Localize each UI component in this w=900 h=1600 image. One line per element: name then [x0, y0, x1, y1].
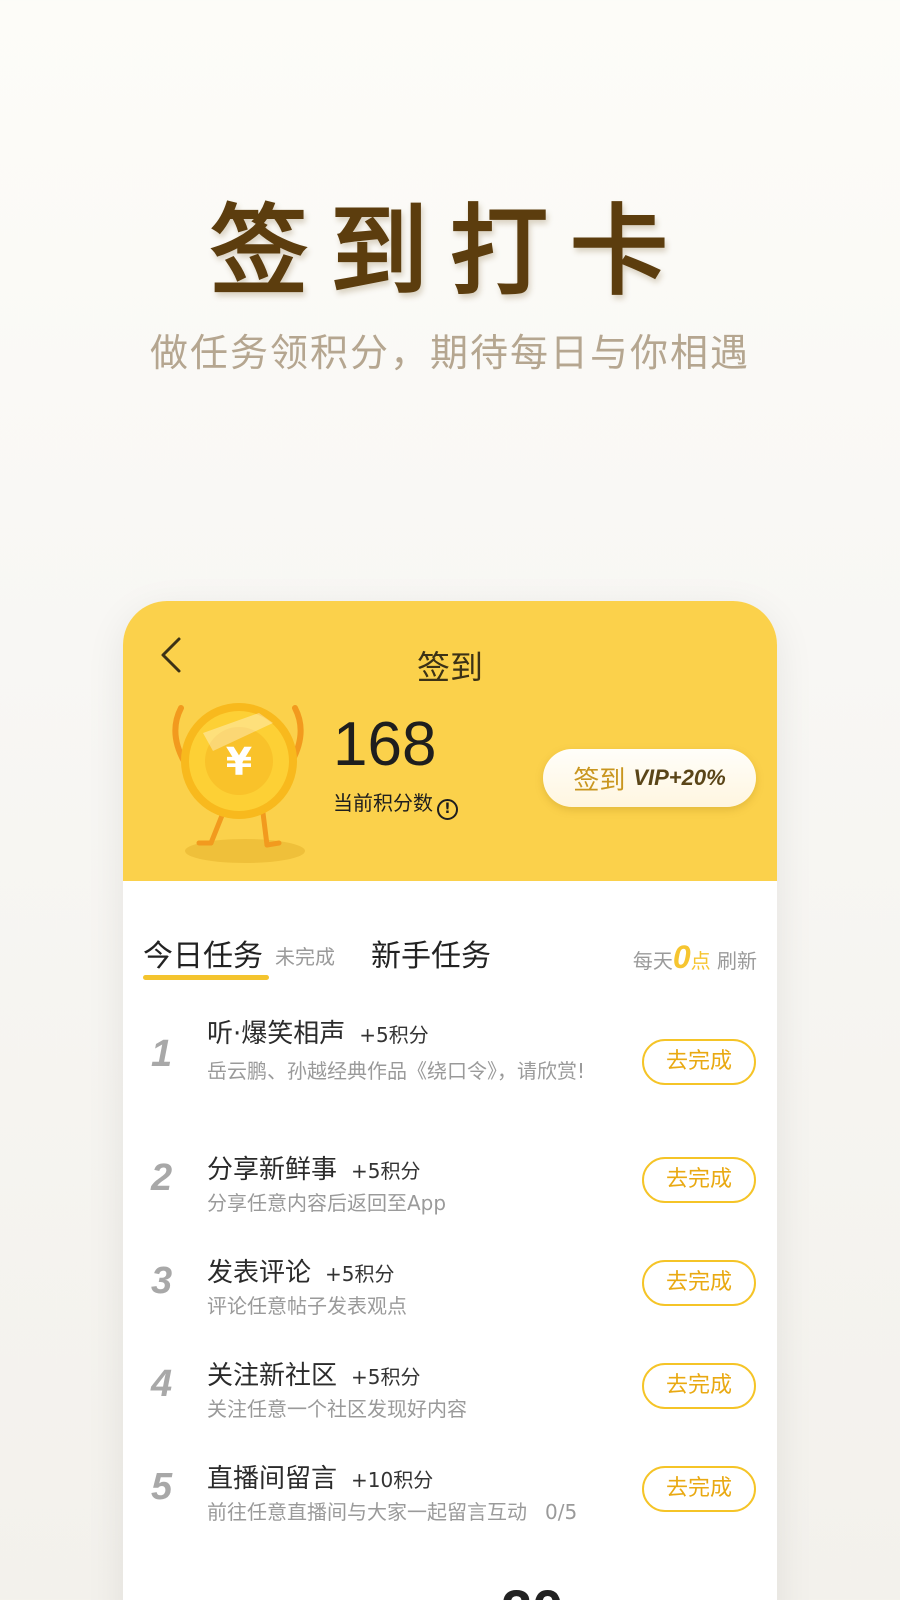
points-label: 当前积分数!	[333, 787, 458, 820]
promo-title: 签到打卡	[209, 194, 690, 309]
task-reward: +5积分	[359, 1023, 429, 1047]
task-title: 分享新鲜事 +5积分	[207, 1155, 421, 1185]
task-title: 关注新社区 +5积分	[207, 1361, 421, 1391]
promo-subtitle: 做任务领积分，期待每日与你相遇	[149, 331, 750, 375]
task-number: 4	[151, 1363, 173, 1405]
go-complete-button[interactable]: 去完成	[642, 1260, 756, 1306]
task-description: 关注任意一个社区发现好内容	[207, 1397, 467, 1421]
task-number: 1	[151, 1033, 173, 1075]
signin-button[interactable]: 签到 VIP+20%	[543, 749, 756, 807]
coin-mascot-icon: ¥	[172, 703, 305, 863]
tab-newbie-tasks[interactable]: 新手任务	[371, 931, 491, 975]
go-complete-button[interactable]: 去完成	[642, 1157, 756, 1203]
task-progress: 0/5	[545, 1500, 578, 1524]
tab-today-tasks[interactable]: 今日任务	[143, 931, 263, 975]
task-reward: +10积分	[351, 1468, 434, 1492]
task-reward: +5积分	[351, 1159, 421, 1183]
go-complete-button[interactable]: 去完成	[642, 1039, 756, 1085]
task-description: 岳云鹏、孙越经典作品《绕口令》，请欣赏!	[207, 1059, 586, 1083]
task-description: 分享任意内容后返回至App	[207, 1191, 447, 1215]
points-value: 168	[333, 710, 437, 779]
today-status: 未完成	[275, 945, 335, 969]
svg-text:¥: ¥	[226, 740, 252, 784]
task-title: 直播间留言 +10积分	[207, 1464, 434, 1494]
task-description: 前往任意直播间与大家一起留言互动 0/5	[207, 1500, 578, 1524]
task-title: 听·爆笑相声 +5积分	[207, 1019, 429, 1049]
info-icon[interactable]: !	[437, 799, 458, 820]
task-description: 评论任意帖子发表观点	[207, 1294, 407, 1318]
task-reward: +5积分	[325, 1262, 395, 1286]
refresh-note: 每天0点 刷新	[632, 939, 757, 975]
go-complete-button[interactable]: 去完成	[642, 1363, 756, 1409]
go-complete-button[interactable]: 去完成	[642, 1466, 756, 1512]
vip-bonus-label: VIP+20%	[633, 765, 726, 790]
task-reward: +5积分	[351, 1365, 421, 1389]
phone-screen: 签到 ¥ 168 当前积分数! 签到 VIP+20% 今日任务 未完成 新手任务…	[123, 601, 777, 1600]
partial-number: 20	[501, 1577, 563, 1600]
signin-label: 签到	[573, 765, 626, 796]
signin-header: 签到 ¥ 168 当前积分数! 签到 VIP+20%	[123, 601, 777, 881]
task-number: 2	[151, 1157, 173, 1199]
active-tab-indicator	[143, 975, 269, 980]
task-tabs: 今日任务 未完成 新手任务 每天0点 刷新	[143, 931, 757, 980]
page-title: 签到	[417, 648, 483, 687]
task-number: 5	[151, 1466, 173, 1508]
task-title: 发表评论 +5积分	[207, 1258, 395, 1288]
task-number: 3	[151, 1260, 173, 1302]
